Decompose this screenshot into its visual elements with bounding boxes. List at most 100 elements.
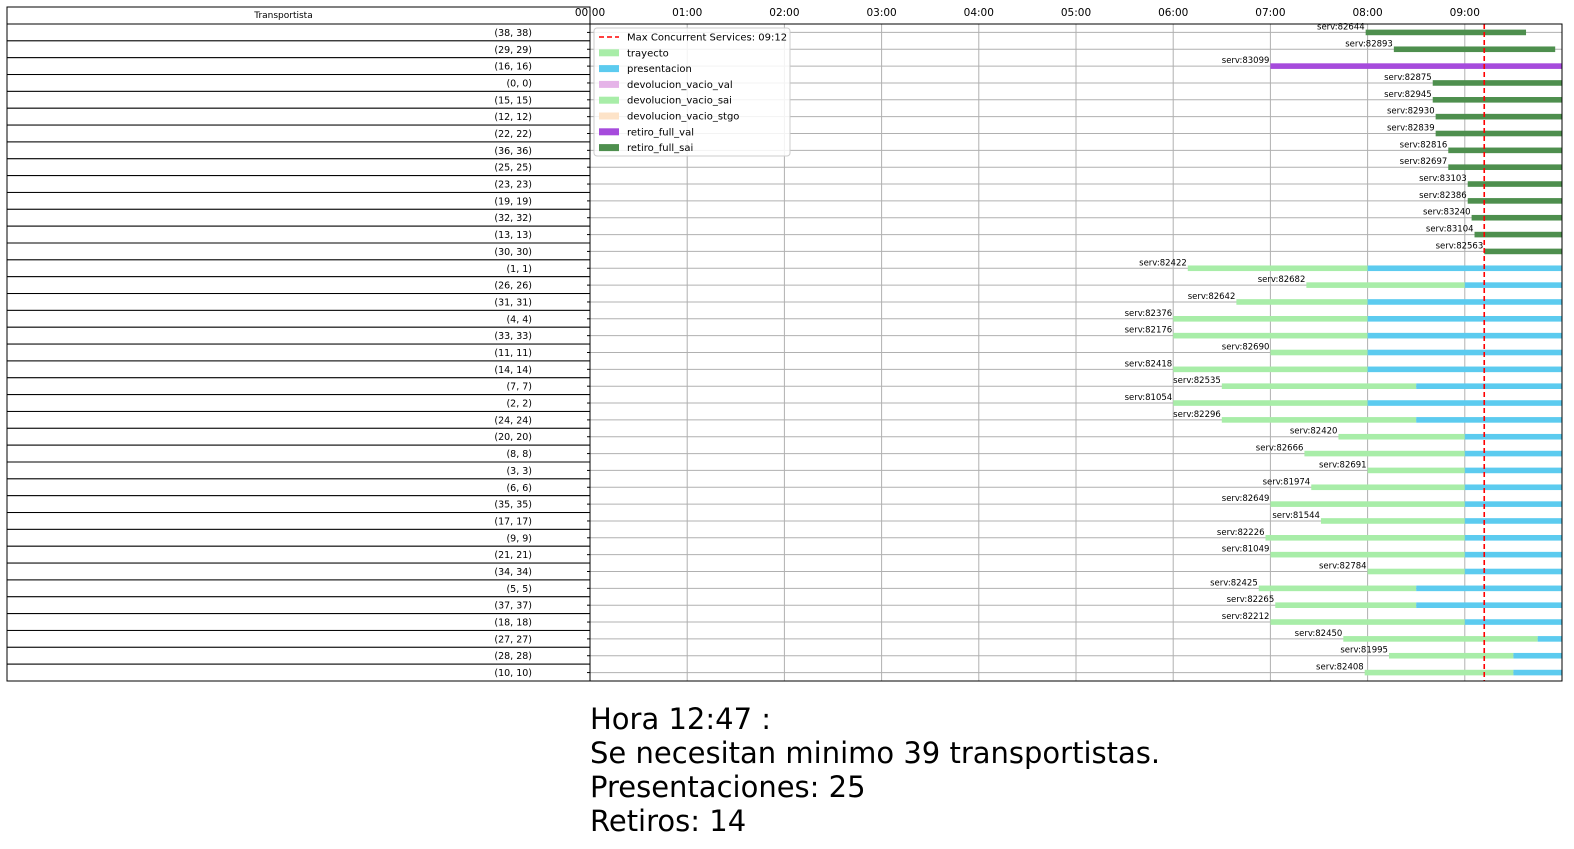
bar-trayecto [1221,417,1417,423]
table-row [6,259,591,278]
bar-presentacion [1464,568,1562,575]
bar-presentacion [1367,366,1562,373]
table-row [6,309,591,328]
legend-label: retiro_full_val [627,127,694,138]
bar-retiro-full-sai [1393,46,1556,53]
bar-trayecto [1173,366,1368,373]
driver-label: (29, 29) [494,45,532,56]
bar-retiro-full-sai [1432,80,1562,86]
summary-hour: Hora 12:47 : [590,702,772,736]
service-label: serv:82839 [1387,124,1435,134]
driver-label: (11, 11) [494,348,532,359]
bar-retiro-full-sai [1467,198,1562,204]
bar-presentacion [1464,518,1562,524]
service-label: serv:82265 [1227,595,1275,605]
bar-retiro-full-sai [1435,130,1562,137]
table-row [6,478,591,497]
bar-trayecto [1173,332,1368,339]
driver-label: (34, 34) [494,567,532,578]
legend-swatch-devolucion-vacio-val [599,80,619,88]
driver-label: (30, 30) [494,247,532,258]
driver-label: (18, 18) [494,618,532,629]
bar-trayecto [1173,400,1368,406]
driver-label: (17, 17) [494,516,532,527]
driver-label: (35, 35) [494,500,532,511]
bar-trayecto [1270,551,1465,558]
bar-trayecto [1270,349,1368,356]
driver-label: (2, 2) [506,399,532,410]
driver-label: (22, 22) [494,129,532,140]
bar-presentacion [1367,332,1562,339]
service-label: serv:82422 [1139,258,1187,268]
bar-trayecto [1367,467,1465,474]
service-label: serv:81995 [1340,646,1388,656]
driver-label: (14, 14) [494,365,532,376]
bar-presentacion [1464,484,1562,491]
service-label: serv:82930 [1387,107,1435,117]
service-label: serv:82784 [1319,562,1367,572]
bar-trayecto [1187,265,1368,272]
x-tick-label: 00:00 [575,7,605,19]
legend-swatch-retiro-full-val [599,128,619,136]
table-row [6,377,591,396]
driver-label: (19, 19) [494,196,532,207]
x-tick-label: 03:00 [866,7,896,19]
table-row [6,74,591,92]
service-label: serv:82226 [1217,528,1265,538]
driver-label: (24, 24) [494,415,532,426]
summary-pickups: Retiros: 14 [590,804,747,838]
bar-trayecto [1304,450,1465,457]
summary-presentations: Presentaciones: 25 [590,770,866,804]
service-label: serv:82816 [1400,140,1448,150]
bar-trayecto [1338,433,1465,440]
driver-label: (33, 33) [494,331,532,342]
bar-presentacion [1464,535,1562,541]
driver-label: (0, 0) [506,78,532,89]
service-label: serv:83104 [1426,225,1474,235]
service-label: serv:83099 [1222,56,1270,66]
driver-label: (15, 15) [494,95,532,106]
bar-trayecto [1367,568,1465,575]
driver-label: (37, 37) [494,601,532,612]
bar-trayecto [1320,518,1465,524]
bar-presentacion [1416,602,1562,608]
bar-retiro-full-sai [1365,29,1527,36]
bar-retiro-full-sai [1467,181,1562,187]
bar-presentacion [1416,417,1562,423]
driver-label: (38, 38) [494,28,532,39]
bar-presentacion [1416,585,1562,592]
service-label: serv:82642 [1188,292,1236,302]
table-row [6,528,591,547]
summary-drivers-needed: Se necesitan minimo 39 transportistas. [590,736,1161,770]
driver-label: (21, 21) [494,550,532,561]
driver-label: (8, 8) [506,449,532,460]
service-label: serv:82535 [1173,376,1221,386]
bar-presentacion [1367,400,1562,406]
bar-trayecto [1265,535,1465,541]
driver-label: (6, 6) [506,483,532,494]
legend-swatch-trayecto [599,49,619,57]
legend-label: devolucion_vacio_val [627,80,733,91]
bar-presentacion [1416,383,1562,389]
bar-trayecto [1236,299,1368,305]
bar-presentacion [1464,467,1562,474]
bar-trayecto [1270,501,1465,507]
service-label: serv:81544 [1272,511,1320,521]
service-label: serv:82420 [1290,427,1338,437]
bar-retiro-full-sai [1435,113,1562,120]
service-label: serv:82376 [1125,309,1173,319]
driver-label: (7, 7) [506,382,532,393]
bar-retiro-full-sai [1448,164,1562,170]
driver-label: (28, 28) [494,651,532,662]
driver-label: (10, 10) [494,668,532,679]
bar-presentacion [1367,316,1562,322]
bar-trayecto [1306,282,1465,288]
service-label: serv:82875 [1384,73,1432,83]
x-tick-label: 02:00 [769,7,799,19]
service-label: serv:82893 [1345,39,1393,49]
service-label: serv:82408 [1316,663,1364,673]
table-row [6,461,591,480]
service-label: serv:82450 [1295,629,1343,639]
bar-presentacion [1537,636,1562,642]
driver-label: (26, 26) [494,281,532,292]
